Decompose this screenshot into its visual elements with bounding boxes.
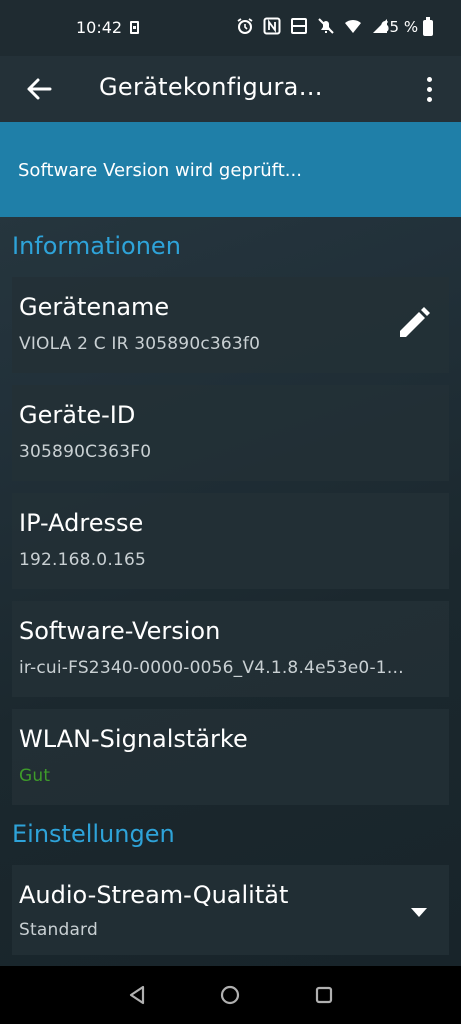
- toolbar: Gerätekonfigura…: [0, 56, 461, 122]
- arrow-left-icon: [27, 78, 52, 100]
- audio-quality-item[interactable]: Audio-Stream-Qualität Standard: [12, 865, 449, 955]
- more-options-button[interactable]: [414, 69, 444, 109]
- audio-quality-dropdown[interactable]: [408, 901, 430, 923]
- audio-quality-title: Audio-Stream-Qualität: [19, 881, 289, 909]
- navigation-bar: [0, 966, 461, 1024]
- software-version-item: Software-Version ir-cui-FS2340-0000-0056…: [12, 601, 449, 697]
- nav-back-button[interactable]: [124, 982, 150, 1008]
- banner-text: Software Version wird geprüft...: [18, 160, 302, 181]
- battery-percent: 65 %: [380, 18, 419, 36]
- recents-square-icon: [315, 986, 333, 1004]
- alarm-icon: [236, 17, 254, 35]
- audio-quality-value: Standard: [19, 920, 98, 940]
- ip-address-item: IP-Adresse 192.168.0.165: [12, 493, 449, 589]
- wlan-signal-title: WLAN-Signalstärke: [19, 725, 248, 753]
- ip-address-title: IP-Adresse: [19, 509, 144, 537]
- device-id-item: Geräte-ID 305890C363F0: [12, 385, 449, 481]
- section-header-settings: Einstellungen: [12, 820, 175, 848]
- edit-icon: [400, 307, 430, 337]
- status-time: 10:42: [76, 18, 123, 37]
- nav-recents-button[interactable]: [311, 982, 337, 1008]
- page-title: Gerätekonfigura…: [99, 73, 323, 101]
- device-name-item[interactable]: Gerätename VIOLA 2 C IR 305890c363f0: [12, 277, 449, 373]
- software-version-value: ir-cui-FS2340-0000-0056_V4.1.8.4e53e0-1…: [19, 658, 404, 678]
- back-button[interactable]: [20, 70, 58, 108]
- status-bar: 10:42 65 %: [0, 0, 461, 56]
- ip-address-value: 192.168.0.165: [19, 550, 146, 570]
- device-name-value: VIOLA 2 C IR 305890c363f0: [19, 334, 261, 354]
- status-banner: Software Version wird geprüft...: [0, 122, 461, 217]
- wlan-signal-value: Gut: [19, 766, 51, 786]
- sim-notification-icon: [130, 21, 139, 34]
- nav-home-button[interactable]: [217, 982, 243, 1008]
- nfc-icon: [263, 17, 281, 35]
- device-id-value: 305890C363F0: [19, 442, 152, 462]
- home-circle-icon: [220, 985, 240, 1005]
- back-triangle-icon: [129, 985, 145, 1005]
- mute-icon: [317, 17, 335, 35]
- device-name-title: Gerätename: [19, 293, 170, 321]
- edit-device-name-button[interactable]: [394, 305, 432, 343]
- status-icons: [236, 17, 389, 35]
- wlan-signal-item: WLAN-Signalstärke Gut: [12, 709, 449, 805]
- more-vert-icon: [426, 76, 432, 82]
- wifi-icon: [344, 17, 362, 35]
- device-id-title: Geräte-ID: [19, 401, 136, 429]
- volte-icon: [290, 17, 308, 35]
- dropdown-arrow-icon: [411, 908, 427, 917]
- software-version-title: Software-Version: [19, 617, 221, 645]
- battery-icon: [423, 17, 433, 36]
- section-header-info: Informationen: [12, 232, 181, 260]
